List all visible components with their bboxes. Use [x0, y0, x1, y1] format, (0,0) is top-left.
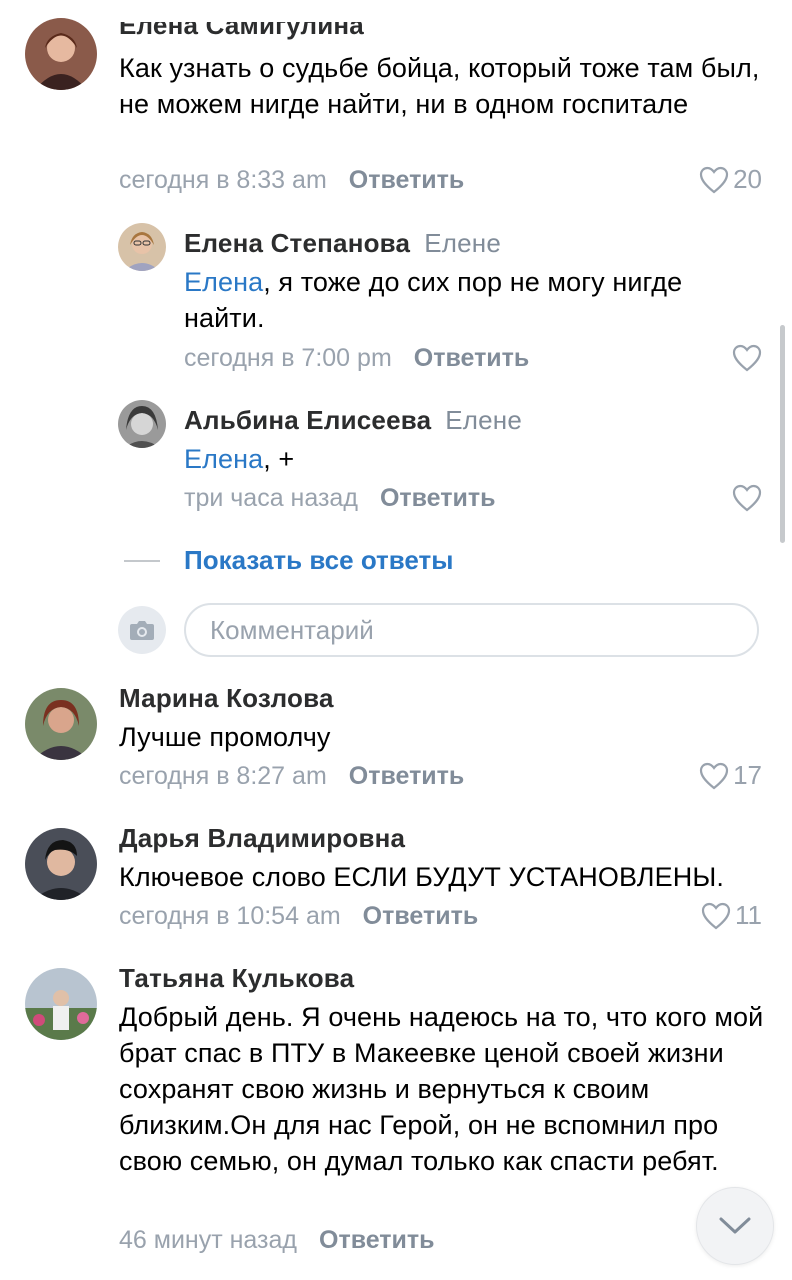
comment-time: сегодня в 8:27 am [119, 762, 327, 790]
heart-icon [732, 344, 762, 372]
reply-text-body: , + [263, 444, 295, 474]
reply-meta: сегодня в 7:00 pm Ответить [184, 344, 529, 373]
comment-text: Как узнать о судьбе бойца, который тоже … [119, 53, 760, 119]
attach-photo-button[interactable] [118, 606, 166, 654]
camera-icon [130, 621, 154, 640]
show-all-divider [124, 560, 160, 562]
reply-button[interactable]: Ответить [363, 902, 479, 930]
scroll-down-button[interactable] [696, 1187, 774, 1265]
comment-author[interactable]: Марина Козлова [119, 683, 334, 714]
heart-icon [701, 902, 731, 929]
reply-button[interactable]: Ответить [349, 762, 465, 790]
mention-link[interactable]: Елена [184, 267, 263, 297]
heart-icon [699, 166, 729, 193]
reply-author: Альбина Елисеева Елене [184, 405, 522, 436]
reply-button[interactable]: Ответить [349, 166, 465, 194]
reply-to[interactable]: Елене [424, 228, 501, 258]
like-button[interactable]: 20 [699, 164, 762, 195]
reply-time: сегодня в 7:00 pm [184, 344, 392, 372]
reply-button[interactable]: Ответить [319, 1226, 435, 1254]
reply-author: Елена Степанова Елене [184, 228, 501, 259]
comment-input[interactable]: Комментарий [184, 603, 759, 657]
avatar[interactable] [118, 400, 166, 448]
like-button[interactable]: 11 [701, 900, 762, 931]
reply-meta: три часа назад Ответить [184, 484, 495, 513]
reply-text: Елена, я тоже до сих пор не могу нигде н… [184, 264, 754, 336]
avatar[interactable] [118, 223, 166, 271]
avatar[interactable] [25, 968, 97, 1040]
reply-button[interactable]: Ответить [414, 344, 530, 372]
chevron-down-icon [719, 1217, 751, 1234]
comment-text: Лучше промолчу [119, 722, 331, 752]
heart-icon [732, 484, 762, 512]
like-button[interactable] [732, 344, 762, 372]
comment-time: 46 минут назад [119, 1226, 297, 1254]
scrollbar[interactable] [780, 325, 785, 543]
comment-author[interactable]: Елена Самигулина [119, 22, 364, 41]
comment-text: Ключевое слово ЕСЛИ БУДУТ УСТАНОВЛЕНЫ. [119, 862, 724, 892]
comment-author[interactable]: Татьяна Кулькова [119, 963, 354, 994]
comment-meta: сегодня в 10:54 am Ответить [119, 902, 478, 931]
like-count: 17 [733, 760, 762, 790]
like-count: 11 [735, 900, 762, 930]
comment-meta: сегодня в 8:27 am Ответить [119, 762, 464, 791]
like-count: 20 [733, 164, 762, 194]
reply-author-name[interactable]: Альбина Елисеева [184, 405, 431, 435]
show-all-replies-link[interactable]: Показать все ответы [184, 545, 453, 576]
reply-text: Елена, + [184, 441, 754, 477]
like-button[interactable] [732, 484, 762, 512]
mention-link[interactable]: Елена [184, 444, 263, 474]
heart-icon [699, 762, 729, 789]
avatar[interactable] [25, 828, 97, 900]
comment-text: Добрый день. Я очень надеюсь на то, что … [119, 1002, 764, 1176]
comment-time: сегодня в 8:33 am [119, 166, 327, 194]
reply-to[interactable]: Елене [445, 405, 522, 435]
comment-time: сегодня в 10:54 am [119, 902, 341, 930]
reply-author-name[interactable]: Елена Степанова [184, 228, 410, 258]
avatar[interactable] [25, 688, 97, 760]
comments-screen: Елена Самигулина Как узнать о судьбе бой… [0, 0, 792, 1280]
comment-author[interactable]: Дарья Владимировна [119, 823, 405, 854]
like-button[interactable]: 17 [699, 760, 762, 791]
reply-time: три часа назад [184, 484, 358, 512]
reply-button[interactable]: Ответить [380, 484, 496, 512]
comment-meta: 46 минут назад Ответить [119, 1226, 435, 1255]
comment-meta: сегодня в 8:33 am Ответить [119, 166, 464, 195]
avatar[interactable] [25, 18, 97, 90]
